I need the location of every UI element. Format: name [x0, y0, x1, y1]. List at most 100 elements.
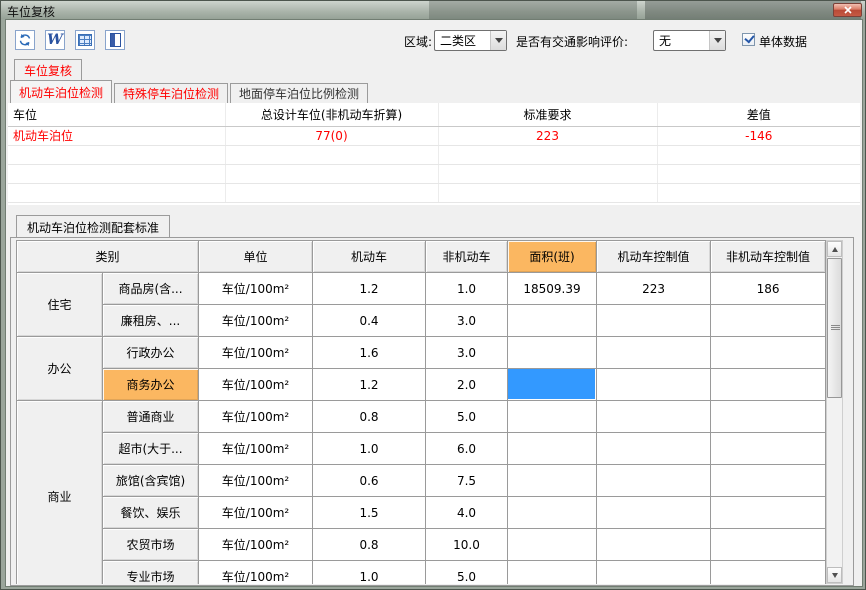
nonmotor-control-cell[interactable]	[711, 497, 826, 529]
nonmotor-cell[interactable]: 5.0	[426, 401, 508, 433]
tab-motor-parking-detection[interactable]: 机动车泊位检测	[10, 80, 112, 103]
group-cell-office[interactable]: 办公	[17, 337, 103, 401]
nonmotor-control-cell[interactable]	[711, 337, 826, 369]
col-header-area[interactable]: 面积(班)	[508, 241, 597, 273]
col-header-nonmotor[interactable]: 非机动车	[426, 241, 508, 273]
tab-special-parking-detection[interactable]: 特殊停车泊位检测	[114, 83, 228, 103]
close-button[interactable]	[833, 3, 862, 17]
motor-control-cell[interactable]	[597, 337, 711, 369]
col-header-designed[interactable]: 总设计车位(非机动车折算)	[225, 103, 438, 126]
area-cell-selected[interactable]	[508, 369, 597, 401]
col-header-parking[interactable]: 车位	[8, 103, 225, 126]
scrollbar-thumb[interactable]	[827, 258, 842, 398]
group-cell-commercial[interactable]: 商业	[17, 401, 103, 585]
nonmotor-cell[interactable]: 7.5	[426, 465, 508, 497]
subcategory-cell[interactable]: 专业市场	[103, 561, 199, 585]
motor-cell[interactable]: 1.2	[313, 369, 426, 401]
nonmotor-control-cell[interactable]	[711, 433, 826, 465]
scroll-up-button[interactable]	[827, 241, 842, 257]
unit-cell[interactable]: 车位/100m²	[199, 465, 313, 497]
exit-button[interactable]	[103, 28, 127, 52]
nonmotor-control-cell[interactable]	[711, 529, 826, 561]
subcategory-cell[interactable]: 普通商业	[103, 401, 199, 433]
motor-control-cell[interactable]	[597, 305, 711, 337]
nonmotor-control-cell[interactable]: 186	[711, 273, 826, 305]
traffic-eval-dropdown[interactable]: 无	[653, 30, 726, 51]
motor-cell[interactable]: 1.0	[313, 433, 426, 465]
col-header-difference[interactable]: 差值	[657, 103, 860, 126]
col-header-category[interactable]: 类别	[17, 241, 199, 273]
table-row[interactable]: 机动车泊位 77(0) 223 -146	[8, 126, 860, 145]
area-cell[interactable]	[508, 305, 597, 337]
nonmotor-control-cell[interactable]	[711, 305, 826, 337]
summary-row-required[interactable]: 223	[438, 126, 657, 145]
unit-cell[interactable]: 车位/100m²	[199, 337, 313, 369]
motor-cell[interactable]: 1.6	[313, 337, 426, 369]
nonmotor-cell[interactable]: 4.0	[426, 497, 508, 529]
summary-row-designed[interactable]: 77(0)	[225, 126, 438, 145]
nonmotor-control-cell[interactable]	[711, 465, 826, 497]
summary-row-diff[interactable]: -146	[657, 126, 860, 145]
tab-parking-review[interactable]: 车位复核	[14, 59, 82, 80]
vertical-scrollbar[interactable]	[826, 240, 843, 584]
table-row-empty[interactable]	[8, 145, 860, 164]
unit-cell[interactable]: 车位/100m²	[199, 529, 313, 561]
table-view-button[interactable]	[73, 28, 97, 52]
col-header-motor[interactable]: 机动车	[313, 241, 426, 273]
tab-standards-config[interactable]: 机动车泊位检测配套标准	[16, 215, 170, 238]
subcategory-cell[interactable]: 超市(大于...	[103, 433, 199, 465]
unit-cell[interactable]: 车位/100m²	[199, 497, 313, 529]
subcategory-cell[interactable]: 旅馆(含宾馆)	[103, 465, 199, 497]
area-cell[interactable]: 18509.39	[508, 273, 597, 305]
motor-control-cell[interactable]	[597, 433, 711, 465]
summary-row-name[interactable]: 机动车泊位	[8, 126, 225, 145]
area-cell[interactable]	[508, 433, 597, 465]
scroll-down-button[interactable]	[827, 567, 842, 583]
area-cell[interactable]	[508, 529, 597, 561]
motor-control-cell[interactable]	[597, 465, 711, 497]
motor-cell[interactable]: 0.8	[313, 401, 426, 433]
nonmotor-cell[interactable]: 3.0	[426, 337, 508, 369]
dropdown-arrow-button[interactable]	[709, 31, 725, 50]
unit-cell[interactable]: 车位/100m²	[199, 369, 313, 401]
nonmotor-control-cell[interactable]	[711, 369, 826, 401]
motor-cell[interactable]: 0.6	[313, 465, 426, 497]
nonmotor-cell[interactable]: 6.0	[426, 433, 508, 465]
motor-control-cell[interactable]	[597, 529, 711, 561]
motor-control-cell[interactable]: 223	[597, 273, 711, 305]
motor-control-cell[interactable]	[597, 401, 711, 433]
nonmotor-cell[interactable]: 10.0	[426, 529, 508, 561]
subcategory-cell[interactable]: 餐饮、娱乐	[103, 497, 199, 529]
single-data-checkbox[interactable]	[742, 33, 755, 46]
motor-cell[interactable]: 1.5	[313, 497, 426, 529]
tab-ground-parking-ratio-detection[interactable]: 地面停车泊位比例检测	[230, 83, 368, 103]
motor-cell[interactable]: 1.0	[313, 561, 426, 585]
col-header-standard[interactable]: 标准要求	[438, 103, 657, 126]
nonmotor-cell[interactable]: 2.0	[426, 369, 508, 401]
group-cell-residential[interactable]: 住宅	[17, 273, 103, 337]
unit-cell[interactable]: 车位/100m²	[199, 273, 313, 305]
motor-cell[interactable]: 1.2	[313, 273, 426, 305]
dropdown-arrow-button[interactable]	[490, 31, 506, 50]
unit-cell[interactable]: 车位/100m²	[199, 433, 313, 465]
area-cell[interactable]	[508, 401, 597, 433]
subcategory-cell[interactable]: 农贸市场	[103, 529, 199, 561]
refresh-button[interactable]	[13, 28, 37, 52]
motor-control-cell[interactable]	[597, 369, 711, 401]
unit-cell[interactable]: 车位/100m²	[199, 401, 313, 433]
col-header-motor-control[interactable]: 机动车控制值	[597, 241, 711, 273]
unit-cell[interactable]: 车位/100m²	[199, 305, 313, 337]
col-header-unit[interactable]: 单位	[199, 241, 313, 273]
motor-cell[interactable]: 0.8	[313, 529, 426, 561]
area-cell[interactable]	[508, 465, 597, 497]
subcategory-cell[interactable]: 廉租房、...	[103, 305, 199, 337]
subcategory-cell[interactable]: 行政办公	[103, 337, 199, 369]
export-word-button[interactable]: W	[43, 28, 67, 52]
nonmotor-cell[interactable]: 3.0	[426, 305, 508, 337]
area-cell[interactable]	[508, 561, 597, 585]
unit-cell[interactable]: 车位/100m²	[199, 561, 313, 585]
col-header-nonmotor-control[interactable]: 非机动车控制值	[711, 241, 826, 273]
region-dropdown[interactable]: 二类区	[434, 30, 507, 51]
motor-control-cell[interactable]	[597, 497, 711, 529]
nonmotor-cell[interactable]: 5.0	[426, 561, 508, 585]
